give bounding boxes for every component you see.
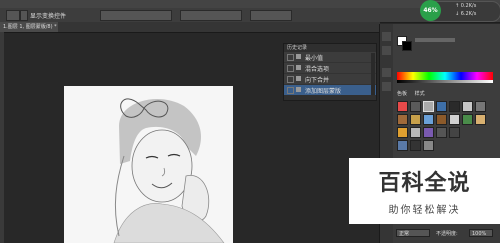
style-swatch[interactable]: [449, 114, 460, 125]
style-swatch[interactable]: [449, 101, 460, 112]
style-swatch[interactable]: [423, 114, 434, 125]
align-buttons[interactable]: [100, 10, 172, 21]
history-panel: 历史记录 最小值 混合选项 向下合并 添加图层蒙版: [283, 43, 377, 101]
history-item[interactable]: 混合选项: [284, 63, 376, 74]
show-transform-label: 显示变换控件: [30, 13, 67, 20]
style-swatch[interactable]: [410, 140, 421, 151]
watermark-title: 百科全说: [378, 171, 471, 196]
brush-panel-icon[interactable]: [382, 82, 391, 91]
distribute-buttons[interactable]: [180, 10, 242, 21]
checkbox-auto-select[interactable]: [20, 10, 28, 21]
watermark-logo: 百科全说 助你轻松解决: [349, 158, 500, 224]
history-panel-icon[interactable]: [382, 32, 391, 41]
actions-panel-icon[interactable]: [382, 46, 391, 55]
opacity-input[interactable]: 100%: [469, 229, 493, 237]
style-swatch[interactable]: [397, 101, 408, 112]
history-item-label: 添加图层蒙版: [305, 88, 342, 95]
download-speed: ↓ 6.2K/s: [455, 11, 477, 17]
style-swatch[interactable]: [397, 140, 408, 151]
document-tab-bar: 1.图层 1, 图层蒙版/8) *: [0, 22, 380, 33]
sketch-portrait-image: [64, 86, 233, 243]
tab-styles[interactable]: 样式: [415, 90, 425, 97]
snapshot-checkbox[interactable]: [287, 76, 294, 83]
style-swatch[interactable]: [397, 127, 408, 138]
style-swatch[interactable]: [449, 127, 460, 138]
properties-panel-icon[interactable]: [382, 68, 391, 77]
style-swatch[interactable]: [397, 114, 408, 125]
snapshot-checkbox[interactable]: [287, 65, 294, 72]
history-scrollbar[interactable]: [371, 53, 375, 99]
style-swatch[interactable]: [462, 114, 473, 125]
history-item-label: 混合选项: [305, 66, 330, 73]
tool-preset-button[interactable]: [6, 10, 20, 21]
tab-swatches[interactable]: 色板: [397, 90, 407, 97]
watermark-subtitle: 助你轻松解决: [388, 205, 461, 216]
style-swatch[interactable]: [423, 101, 434, 112]
history-step-icon: [296, 65, 301, 70]
snapshot-checkbox[interactable]: [287, 54, 294, 61]
history-item[interactable]: 最小值: [284, 52, 376, 63]
upload-speed: ↑ 0.2K/s: [455, 3, 477, 9]
3d-mode-buttons[interactable]: [250, 10, 292, 21]
blend-mode-select[interactable]: 正常: [396, 229, 430, 237]
network-speed-widget[interactable]: 46% ↑ 0.2K/s ↓ 6.2K/s: [420, 0, 500, 22]
history-panel-header[interactable]: 历史记录: [284, 44, 376, 52]
speed-percent-badge: 46%: [420, 0, 441, 21]
style-swatch[interactable]: [410, 101, 421, 112]
style-swatch[interactable]: [436, 101, 447, 112]
document-tab[interactable]: 1.图层 1, 图层蒙版/8) *: [0, 22, 58, 32]
style-swatch[interactable]: [475, 114, 486, 125]
style-swatch[interactable]: [423, 140, 434, 151]
snapshot-checkbox[interactable]: [287, 87, 294, 94]
history-step-icon: [296, 54, 301, 59]
color-spectrum-bar[interactable]: [397, 72, 493, 80]
history-item-label: 最小值: [305, 55, 324, 62]
style-swatch[interactable]: [423, 127, 434, 138]
history-item-label: 向下合并: [305, 77, 330, 84]
opacity-label: 不透明度:: [436, 231, 458, 237]
layers-bottom-bar: 正常 不透明度: 100%: [393, 224, 500, 243]
style-swatch[interactable]: [410, 114, 421, 125]
swatches-styles-tabs: 色板 样式: [397, 90, 431, 98]
style-swatch[interactable]: [436, 127, 447, 138]
history-panel-footer: [284, 95, 376, 100]
style-swatch[interactable]: [475, 101, 486, 112]
history-step-icon: [296, 76, 301, 81]
style-swatch[interactable]: [462, 101, 473, 112]
history-item[interactable]: 向下合并: [284, 74, 376, 85]
background-color-swatch[interactable]: [402, 41, 412, 51]
style-swatch[interactable]: [410, 127, 421, 138]
style-swatch[interactable]: [436, 114, 447, 125]
color-slider[interactable]: [415, 38, 455, 42]
tools-panel[interactable]: [0, 32, 4, 243]
canvas-sketch-image[interactable]: [64, 86, 233, 243]
history-step-icon: [296, 87, 301, 92]
gray-ramp-bar[interactable]: [397, 80, 493, 83]
